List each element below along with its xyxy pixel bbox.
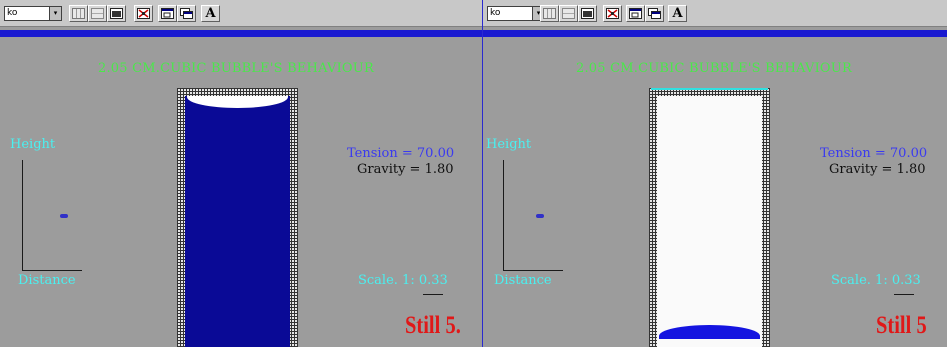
toolbar: ko ▾ A	[483, 0, 947, 27]
tension-readout: Tension = 70.00	[347, 146, 455, 161]
simulation-title: 2.05 CM.CUBIC BUBBLE'S BEHAVIOUR	[98, 61, 374, 76]
scale-underline	[423, 294, 443, 295]
scale-readout: Scale. 1: 0.33	[831, 273, 921, 288]
grid-button[interactable]	[540, 5, 559, 22]
distance-axis-label: Distance	[18, 273, 76, 288]
crosshair-icon	[606, 8, 619, 19]
zoom-value: ko	[490, 8, 501, 18]
simulation-panel-left: ko ▾ A 2.05 CM.CUBIC BUBBLE'S BEHAVIOUR …	[0, 0, 483, 347]
toolbar: ko ▾ A	[0, 0, 483, 27]
liquid-column	[649, 88, 770, 347]
distance-axis-label: Distance	[494, 273, 552, 288]
still-label: Still 5.	[405, 312, 461, 339]
simulation-panel-right: ko ▾ A 2.05 CM.CUBIC BUBBLE'S BEHAVIOUR …	[483, 0, 947, 347]
bubble-position-marker	[536, 214, 544, 218]
zoom-value: ko	[7, 8, 18, 18]
cascade-button[interactable]	[177, 5, 196, 22]
text-icon: A	[672, 6, 683, 21]
height-axis-label: Height	[486, 137, 532, 152]
table-icon	[110, 8, 123, 19]
liquid-fill	[185, 96, 290, 347]
still-label: Still 5	[876, 312, 927, 339]
grid-small-icon	[91, 8, 104, 19]
cascade-icon	[180, 8, 193, 19]
distance-axis	[22, 270, 82, 271]
zoom-select[interactable]: ko ▾	[4, 6, 62, 21]
window-button[interactable]	[626, 5, 645, 22]
liquid-column	[177, 88, 298, 347]
window-button[interactable]	[158, 5, 177, 22]
height-axis	[503, 160, 504, 271]
distance-axis	[503, 270, 563, 271]
table-button[interactable]	[578, 5, 597, 22]
cascade-button[interactable]	[645, 5, 664, 22]
grid-small-button[interactable]	[88, 5, 107, 22]
bubble-shape	[659, 325, 760, 339]
zoom-dropdown-icon[interactable]: ▾	[49, 7, 61, 20]
tension-readout: Tension = 70.00	[820, 146, 928, 161]
zoom-select[interactable]: ko ▾	[487, 6, 545, 21]
liquid-fill	[657, 96, 762, 347]
crosshair-icon	[137, 8, 150, 19]
text-button[interactable]: A	[201, 5, 220, 22]
bubble-shape	[187, 96, 288, 108]
grid-small-icon	[562, 8, 575, 19]
bubble-position-marker	[60, 214, 68, 218]
scale-underline	[894, 294, 914, 295]
simulation-title: 2.05 CM.CUBIC BUBBLE'S BEHAVIOUR	[576, 61, 852, 76]
gravity-readout: Gravity = 1.80	[829, 162, 926, 177]
grid-icon	[543, 8, 556, 19]
window-icon	[161, 8, 174, 19]
gravity-readout: Gravity = 1.80	[357, 162, 454, 177]
crosshair-button[interactable]	[603, 5, 622, 22]
blue-header-band	[483, 30, 947, 37]
grid-icon	[72, 8, 85, 19]
crosshair-button[interactable]	[134, 5, 153, 22]
grid-button[interactable]	[69, 5, 88, 22]
column-rim	[651, 88, 768, 90]
blue-header-band	[0, 30, 483, 37]
cascade-icon	[648, 8, 661, 19]
grid-small-button[interactable]	[559, 5, 578, 22]
height-axis	[22, 160, 23, 271]
window-icon	[629, 8, 642, 19]
scale-readout: Scale. 1: 0.33	[358, 273, 448, 288]
text-button[interactable]: A	[668, 5, 687, 22]
table-button[interactable]	[107, 5, 126, 22]
height-axis-label: Height	[10, 137, 56, 152]
text-icon: A	[205, 6, 216, 21]
table-icon	[581, 8, 594, 19]
